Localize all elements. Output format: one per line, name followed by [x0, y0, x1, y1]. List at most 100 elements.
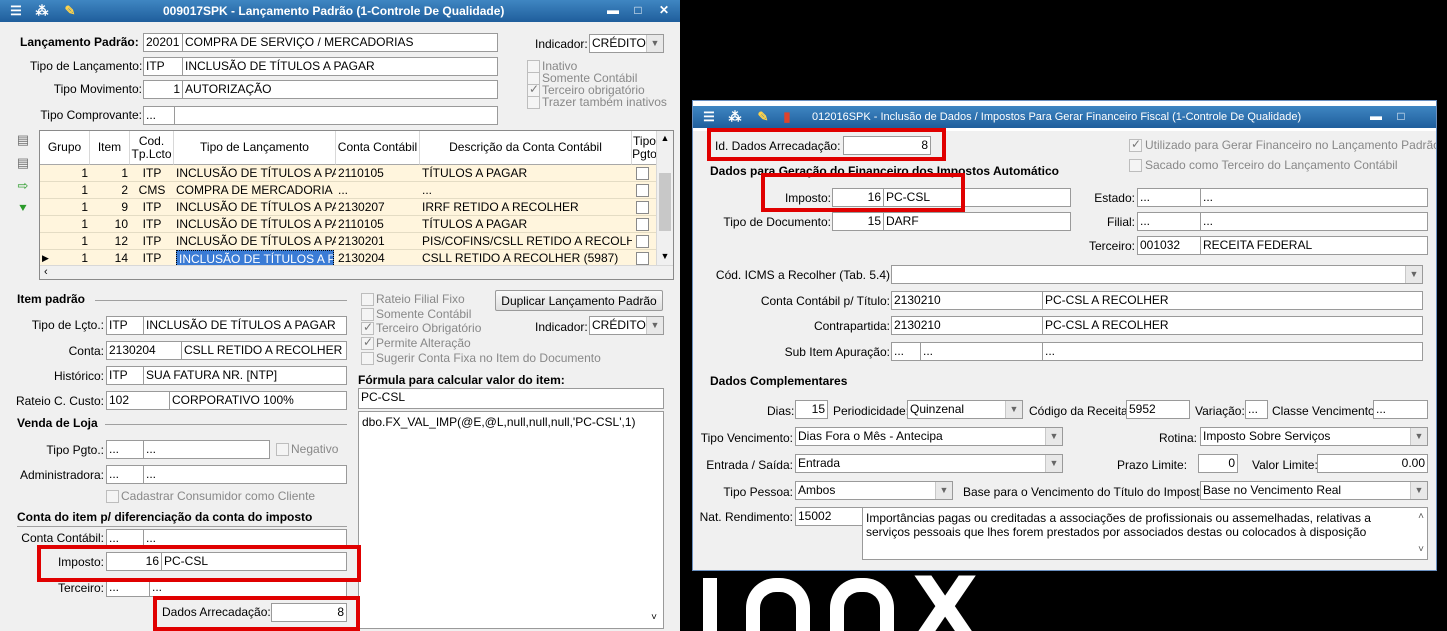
tipo-pgto-desc[interactable]: ...: [143, 440, 270, 459]
terceiro-obrigatorio-item-checkbox[interactable]: [361, 320, 374, 335]
conta-titulo-code[interactable]: 2130210: [891, 291, 1043, 310]
wrench-icon[interactable]: ✎: [755, 109, 771, 125]
minimize-button[interactable]: ▬: [605, 3, 621, 17]
cod-receita-field[interactable]: 5952: [1126, 400, 1190, 419]
scroll-up-icon[interactable]: ˄: [1418, 510, 1424, 524]
administradora-desc[interactable]: ...: [143, 465, 347, 484]
formula-expression[interactable]: dbo.FX_VAL_IMP(@E,@L,null,null,null,'PC-…: [358, 411, 664, 629]
base-venc-select[interactable]: Base no Vencimento Real ▼: [1200, 481, 1428, 500]
col-descricao-header[interactable]: Descrição da Conta Contábil: [420, 131, 632, 165]
scroll-thumb[interactable]: [659, 173, 671, 231]
book-icon[interactable]: ▮: [779, 109, 795, 125]
table-row[interactable]: 1 12 ITP INCLUSÃO DE TÍTULOS A PAGA 2130…: [40, 233, 660, 250]
nat-rendimento-code[interactable]: 15002: [795, 507, 863, 526]
sub-item-code[interactable]: ...: [891, 342, 921, 361]
minimize-button[interactable]: ▬: [1368, 109, 1384, 123]
tipo-pessoa-select[interactable]: Ambos ▼: [795, 481, 953, 500]
administradora-code[interactable]: ...: [106, 465, 144, 484]
export-icon[interactable]: ⇨: [14, 178, 32, 194]
nat-rendimento-desc[interactable]: Importâncias pagas ou creditadas a assoc…: [862, 507, 1428, 560]
tipo-pgto-checkbox[interactable]: [636, 235, 649, 248]
filial-desc[interactable]: ...: [1200, 212, 1428, 231]
table-row[interactable]: 1 2 CMS COMPRA DE MERCADORIA E S... ... …: [40, 182, 660, 199]
indicador-select[interactable]: CRÉDITO ▼: [589, 34, 664, 53]
delete-row-icon[interactable]: ▤: [14, 155, 32, 171]
tipo-movimento-code[interactable]: 1: [143, 80, 183, 99]
conta-titulo-desc[interactable]: PC-CSL A RECOLHER: [1042, 291, 1423, 310]
traffic-light-icon[interactable]: ⁂: [727, 109, 743, 125]
tipo-pgto-checkbox[interactable]: [636, 184, 649, 197]
tipo-documento-code[interactable]: 15: [832, 212, 884, 231]
dias-field[interactable]: 15: [795, 400, 828, 419]
contrapartida-desc[interactable]: PC-CSL A RECOLHER: [1042, 316, 1423, 335]
historico-desc[interactable]: SUA FATURA NR. [NTP]: [143, 366, 347, 385]
maximize-button[interactable]: □: [1393, 109, 1409, 123]
grid-vertical-scrollbar[interactable]: ▲ ▼: [656, 131, 673, 265]
indicador2-select[interactable]: CRÉDITO ▼: [589, 316, 664, 335]
negativo-checkbox[interactable]: [276, 443, 289, 456]
scroll-down-icon[interactable]: ˅: [1418, 543, 1424, 557]
table-row[interactable]: 1 1 ITP INCLUSÃO DE TÍTULOS A PAGA 21101…: [40, 165, 660, 182]
classe-venc-field[interactable]: ...: [1373, 400, 1428, 419]
tipo-pgto-code[interactable]: ...: [106, 440, 144, 459]
trazer-inativos-checkbox[interactable]: [527, 96, 540, 109]
items-grid[interactable]: Grupo Item Cod. Tp.Lcto Tipo de Lançamen…: [39, 130, 674, 280]
terceiro-code[interactable]: 001032: [1137, 236, 1201, 255]
conta-desc[interactable]: CSLL RETIDO A RECOLHER (598: [181, 341, 347, 360]
col-cod-header[interactable]: Cod. Tp.Lcto: [130, 131, 174, 165]
traffic-light-icon[interactable]: ⁂: [34, 3, 50, 19]
rotina-select[interactable]: Imposto Sobre Serviços ▼: [1200, 427, 1428, 446]
tipo-documento-desc[interactable]: DARF: [883, 212, 1071, 231]
tipo-lancamento-code[interactable]: ITP: [143, 57, 183, 76]
menu-icon[interactable]: ☰: [701, 109, 717, 125]
prazo-limite-field[interactable]: 0: [1198, 454, 1238, 473]
tipo-lancamento-desc[interactable]: INCLUSÃO DE TÍTULOS A PAGAR: [182, 57, 498, 76]
estado-desc[interactable]: ...: [1200, 188, 1428, 207]
variacao-field[interactable]: ...: [1245, 400, 1268, 419]
estado-code[interactable]: ...: [1137, 188, 1201, 207]
table-row[interactable]: 1 9 ITP INCLUSÃO DE TÍTULOS A PAGA 21302…: [40, 199, 660, 216]
wrench-icon[interactable]: ✎: [62, 3, 78, 19]
terceiro-desc[interactable]: RECEITA FEDERAL: [1200, 236, 1428, 255]
entrada-saida-select[interactable]: Entrada ▼: [795, 454, 1063, 473]
utilizado-checkbox[interactable]: [1129, 137, 1142, 152]
tipo-comprovante-desc[interactable]: [174, 106, 498, 125]
col-tipo-pgto-header[interactable]: Tipo Pgto: [632, 131, 658, 165]
lanc-padrao-code[interactable]: 20201: [143, 33, 183, 52]
maximize-button[interactable]: □: [630, 3, 646, 17]
filial-code[interactable]: ...: [1137, 212, 1201, 231]
valor-limite-field[interactable]: 0.00: [1317, 454, 1428, 473]
tipo-pgto-checkbox[interactable]: [636, 252, 649, 265]
sub-item-desc[interactable]: ...: [1042, 342, 1423, 361]
menu-icon[interactable]: ☰: [8, 3, 24, 19]
rateio-filial-checkbox[interactable]: [361, 293, 374, 306]
rateio-code[interactable]: 102: [106, 391, 170, 410]
tipo-venc-select[interactable]: Dias Fora o Mês - Antecipa ▼: [795, 427, 1063, 446]
col-conta-header[interactable]: Conta Contábil: [336, 131, 420, 165]
formula-name[interactable]: PC-CSL: [358, 388, 664, 409]
tipo-pgto-checkbox[interactable]: [636, 167, 649, 180]
contrapartida-code[interactable]: 2130210: [891, 316, 1043, 335]
col-grupo-header[interactable]: Grupo: [40, 131, 90, 165]
col-tipo-lanc-header[interactable]: Tipo de Lançamento: [174, 131, 336, 165]
scroll-down-icon[interactable]: ▼: [657, 251, 673, 261]
lanc-padrao-desc[interactable]: COMPRA DE SERVIÇO / MERCADORIAS: [182, 33, 498, 52]
tipo-comprovante-code[interactable]: ...: [143, 106, 175, 125]
col-item-header[interactable]: Item: [90, 131, 130, 165]
sugerir-conta-checkbox[interactable]: [361, 352, 374, 365]
table-row[interactable]: 1 10 ITP INCLUSÃO DE TÍTULOS A PAGA 2110…: [40, 216, 660, 233]
cadastrar-consumidor-checkbox[interactable]: [106, 490, 119, 503]
cod-icms-select[interactable]: ▼: [891, 265, 1423, 284]
duplicar-button[interactable]: Duplicar Lançamento Padrão: [495, 290, 663, 311]
add-row-icon[interactable]: ▤: [14, 132, 32, 148]
periodicidade-select[interactable]: Quinzenal ▼: [907, 400, 1023, 419]
move-down-icon[interactable]: ⯆: [14, 201, 32, 217]
tipo-pgto-checkbox[interactable]: [636, 218, 649, 231]
tipo-movimento-desc[interactable]: AUTORIZAÇÃO: [182, 80, 498, 99]
scroll-down-icon[interactable]: ˅: [646, 612, 662, 623]
rateio-desc[interactable]: CORPORATIVO 100%: [169, 391, 347, 410]
tipo-pgto-checkbox[interactable]: [636, 201, 649, 214]
grid-horizontal-scrollbar[interactable]: ‹: [40, 265, 673, 279]
permite-alteracao-checkbox[interactable]: [361, 335, 374, 350]
tipo-lcto-code[interactable]: ITP: [106, 316, 144, 335]
